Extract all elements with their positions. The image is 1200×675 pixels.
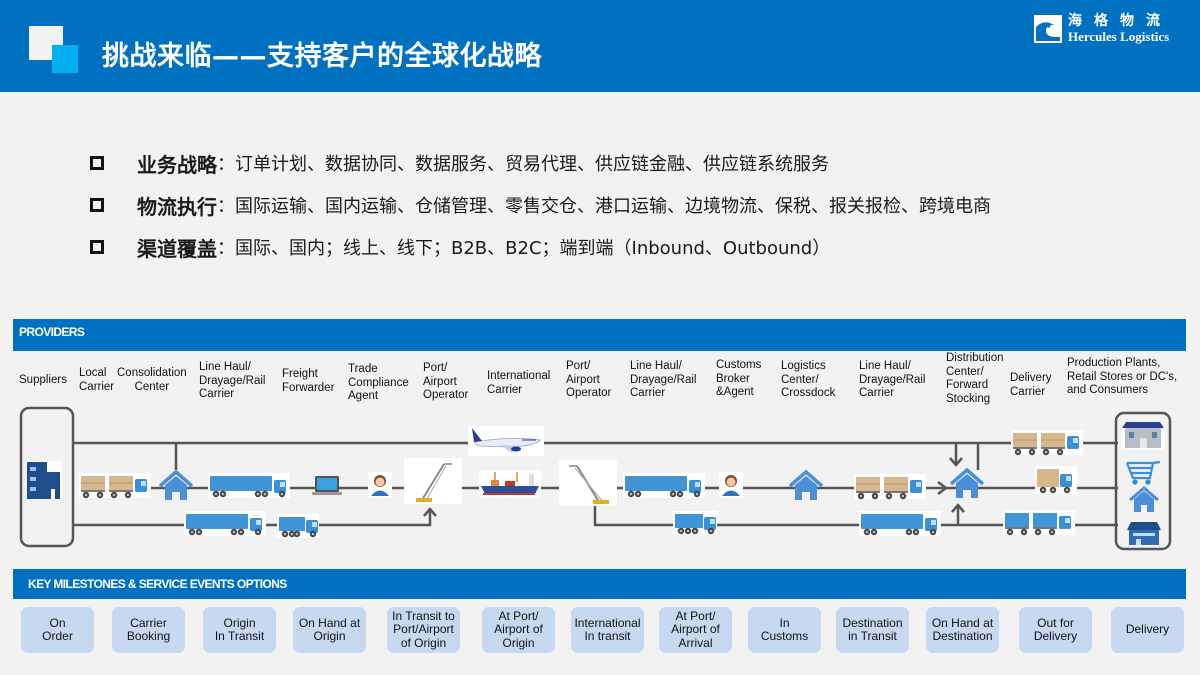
milestone-out-for-delivery: Out for Delivery: [1019, 607, 1092, 653]
provider-label: Local Carrier: [79, 367, 115, 393]
box-truck-trailer-icon: [1003, 510, 1075, 536]
delivery-van-icon: [1035, 466, 1077, 494]
provider-label: Suppliers: [19, 374, 67, 386]
bullet-text: ：国际、国内；线上、线下；B2B、B2C；端到端（Inbound、Outboun…: [217, 238, 831, 259]
milestone-delivery: Delivery: [1111, 607, 1184, 653]
port-crane-icon: [559, 460, 617, 506]
provider-label: Production Plants, Retail Stores or DC's…: [1067, 357, 1178, 396]
supply-chain-flow-diagram: [19, 406, 1172, 551]
provider-label: Line Haul/ Drayage/Rail Carrier: [630, 360, 697, 399]
cargo-truck-icon: [854, 474, 926, 500]
provider-label: Distribution Center/ Forward Stocking: [946, 352, 1004, 405]
milestone-at-port-arrival: At Port/ Airport of Arrival: [659, 607, 732, 653]
milestone-transit-to-port: In Transit to Port/Airport of Origin: [387, 607, 460, 653]
semi-truck-icon: [859, 511, 941, 536]
bullet-channel-coverage: 渠道覆盖 ：国际、国内；线上、线下；B2B、B2C；端到端（Inbound、Ou…: [90, 226, 991, 268]
semi-truck-icon: [623, 473, 705, 498]
brand-name-cn: 海格物流: [1068, 14, 1172, 29]
milestone-origin-in-transit: Origin In Transit: [203, 607, 276, 653]
provider-label: Consolidation Center: [117, 367, 187, 393]
warehouse-store-icon: [1127, 522, 1161, 545]
milestone-destination-transit: Destination in Transit: [836, 607, 909, 653]
agent-person-icon: [719, 472, 743, 498]
milestones-band: KEY MILESTONES & SERVICE EVENTS OPTIONS: [13, 569, 1186, 599]
page-title: 挑战来临——支持客户的全球化战略: [102, 41, 542, 72]
milestone-international-transit: International In transit: [571, 607, 644, 653]
box-truck-icon: [673, 511, 717, 535]
provider-label: Freight Forwarder: [282, 368, 335, 394]
provider-label: Port/ Airport Operator: [566, 360, 612, 399]
provider-label: Logistics Center/ Crossdock: [781, 360, 836, 399]
brand-logo: 海格物流 Hercules Logistics: [1034, 12, 1172, 46]
office-building-icon: [27, 461, 62, 499]
wave-logo-icon: [1034, 15, 1062, 43]
provider-label: International Carrier: [487, 370, 551, 396]
cargo-truck-icon: [1011, 430, 1083, 456]
milestone-at-port-origin: At Port/ Airport of Origin: [482, 607, 555, 653]
brand-name-en: Hercules Logistics: [1068, 29, 1170, 44]
shopping-cart-icon: [1125, 460, 1161, 485]
agent-person-icon: [368, 472, 392, 498]
milestone-on-hand-origin: On Hand at Origin: [293, 607, 366, 653]
house-icon: [949, 467, 985, 498]
bullet-logistics-execution: 物流执行 ：国际运输、国内运输、仓储管理、零售交仓、港口运输、边境物流、保税、报…: [90, 184, 991, 226]
checkbox-bullet-icon: [90, 156, 104, 170]
box-truck-icon: [277, 514, 319, 538]
semi-truck-icon: [208, 473, 290, 498]
airplane-icon: [468, 426, 544, 456]
checkbox-bullet-icon: [90, 240, 104, 254]
house-icon: [1129, 486, 1159, 512]
provider-label: Line Haul/ Drayage/Rail Carrier: [199, 361, 266, 400]
strategy-bullet-list: 业务战略 ：订单计划、数据协同、数据服务、贸易代理、供应链金融、供应链系统服务 …: [90, 142, 991, 268]
cargo-truck-icon: [79, 473, 151, 499]
bullet-text: ：订单计划、数据协同、数据服务、贸易代理、供应链金融、供应链系统服务: [217, 154, 829, 175]
bullet-key: 业务战略: [137, 152, 217, 177]
semi-truck-icon: [184, 511, 266, 536]
logo-square-cyan: [52, 45, 78, 73]
house-icon: [158, 469, 194, 500]
checkbox-bullet-icon: [90, 198, 104, 212]
bullet-business-strategy: 业务战略 ：订单计划、数据协同、数据服务、贸易代理、供应链金融、供应链系统服务: [90, 142, 991, 184]
provider-label: Delivery Carrier: [1010, 372, 1052, 398]
provider-label: Trade Compliance Agent: [348, 363, 409, 402]
providers-band: PROVIDERS: [13, 319, 1186, 351]
bullet-key: 渠道覆盖: [137, 236, 217, 261]
milestone-in-customs: In Customs: [748, 607, 821, 653]
header-bar: 挑战来临——支持客户的全球化战略 海格物流 Hercules Logistics: [0, 0, 1200, 92]
provider-label: Customs Broker &Agent: [716, 359, 762, 398]
port-crane-icon: [404, 458, 462, 504]
house-icon: [788, 469, 824, 500]
milestone-carrier-booking: Carrier Booking: [112, 607, 185, 653]
bullet-text: ：国际运输、国内运输、仓储管理、零售交仓、港口运输、边境物流、保税、报关报检、跨…: [217, 196, 991, 217]
provider-label: Line Haul/ Drayage/Rail Carrier: [859, 360, 926, 399]
bullet-key: 物流执行: [137, 194, 217, 219]
milestone-on-order: On Order: [21, 607, 94, 653]
provider-label: Port/ Airport Operator: [423, 362, 469, 401]
laptop-icon: [312, 476, 342, 495]
store-icon: [1121, 422, 1165, 450]
cargo-ship-icon: [479, 470, 541, 498]
milestone-on-hand-destination: On Hand at Destination: [926, 607, 999, 653]
